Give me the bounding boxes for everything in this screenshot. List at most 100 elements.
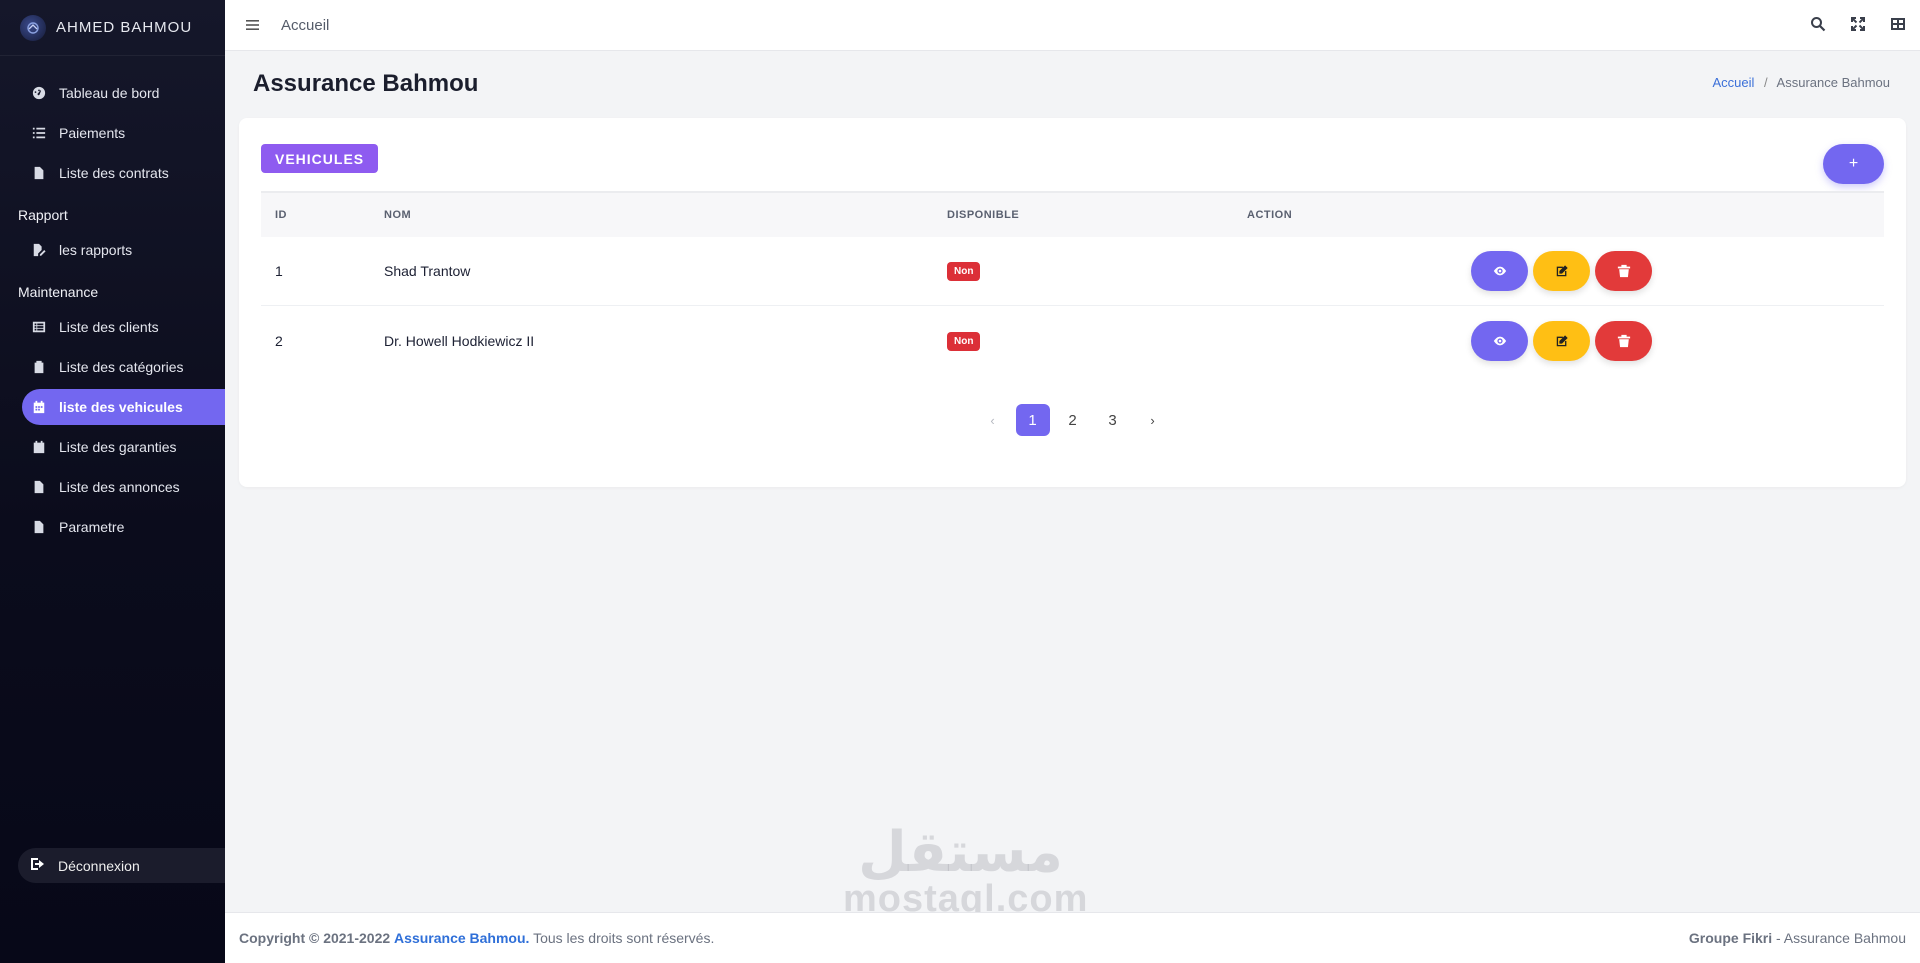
- cell-nom: Shad Trantow: [384, 263, 471, 279]
- status-badge: Non: [947, 331, 981, 351]
- vehicules-table: ID NOM DISPONIBLE ACTION 1 Shad Trantow …: [261, 191, 1884, 375]
- trash-icon: [1617, 264, 1630, 278]
- eye-icon: [1493, 336, 1506, 345]
- sidebar-item-paiements[interactable]: Paiements: [22, 115, 225, 151]
- sidebar-item-label: Liste des garanties: [59, 439, 177, 455]
- topbar-home-link[interactable]: Accueil: [281, 17, 329, 34]
- sidebar-item-label: les rapports: [59, 242, 133, 258]
- cell-nom: Dr. Howell Hodkiewicz II: [384, 332, 535, 349]
- edit-button[interactable]: [1533, 251, 1590, 291]
- breadcrumb: Accueil / Assurance Bahmou: [1712, 75, 1890, 90]
- section-rapport: Rapport: [18, 207, 68, 223]
- status-badge: Non: [947, 262, 981, 281]
- column-header-action: ACTION: [1247, 209, 1293, 221]
- logout-icon: [30, 856, 46, 875]
- sidebar-item-garanties[interactable]: Liste des garanties: [22, 429, 225, 465]
- footer-credit: Groupe Fikri - Assurance Bahmou: [1689, 930, 1906, 946]
- footer-brand-link[interactable]: Assurance Bahmou.: [394, 930, 529, 946]
- trash-icon: [1617, 334, 1630, 347]
- cell-actions: [1247, 251, 1884, 291]
- brand[interactable]: AHMED BAHMOU: [0, 0, 225, 56]
- grid-apps-icon[interactable]: [1890, 16, 1906, 37]
- list-icon: [31, 125, 47, 141]
- pagination-next[interactable]: ›: [1136, 404, 1170, 436]
- sidebar-item-contrats[interactable]: Liste des contrats: [22, 155, 225, 191]
- card-title-badge: VEHICULES: [261, 144, 379, 173]
- sidebar-item-vehicules[interactable]: liste des vehicules: [22, 389, 225, 425]
- table-row: 1 Shad Trantow Non: [261, 237, 1884, 306]
- sidebar-item-label: Parametre: [59, 519, 125, 535]
- sidebar-item-clients[interactable]: Liste des clients: [22, 309, 225, 345]
- topbar-icons: [1810, 16, 1906, 37]
- brand-logo-icon: [20, 14, 46, 41]
- view-button[interactable]: [1471, 251, 1528, 291]
- calendar-icon: [31, 399, 47, 415]
- footer: Copyright © 2021-2022 Assurance Bahmou. …: [225, 912, 1920, 963]
- footer-copyright-text: Copyright © 2021-2022: [239, 930, 391, 946]
- list-alt-icon: [31, 319, 47, 335]
- pagination: ‹ 1 2 3 ›: [239, 404, 1906, 436]
- search-icon[interactable]: [1810, 16, 1826, 37]
- sidebar-item-label: Tableau de bord: [59, 85, 160, 101]
- delete-button[interactable]: [1595, 320, 1652, 361]
- delete-button[interactable]: [1595, 251, 1652, 291]
- sidebar-item-label: Liste des catégories: [59, 359, 184, 375]
- pagination-page-1[interactable]: 1: [1015, 404, 1050, 436]
- sidebar-item-categories[interactable]: Liste des catégories: [22, 349, 225, 385]
- sidebar-item-label: Liste des contrats: [59, 165, 169, 181]
- breadcrumb-separator: /: [1764, 75, 1768, 90]
- add-vehicule-button[interactable]: +: [1823, 144, 1884, 184]
- cell-id: 2: [275, 332, 283, 349]
- table-header: ID NOM DISPONIBLE ACTION: [261, 191, 1884, 237]
- fullscreen-icon[interactable]: [1850, 16, 1866, 37]
- calendar-icon: [31, 439, 47, 455]
- file-icon: [31, 165, 47, 181]
- cell-disponible: Non: [947, 331, 1247, 351]
- sidebar: AHMED BAHMOU Tableau de bord Paiements L…: [0, 0, 225, 963]
- page-title: Assurance Bahmou: [253, 70, 479, 97]
- column-header-nom: NOM: [384, 209, 412, 221]
- dashboard-icon: [31, 85, 47, 101]
- sidebar-nav: Tableau de bord Paiements Liste des cont…: [0, 56, 225, 545]
- sidebar-item-annonces[interactable]: Liste des annonces: [22, 469, 225, 505]
- vehicules-card: VEHICULES + ID NOM DISPONIBLE ACTION 1 S…: [239, 118, 1906, 487]
- eye-icon: [1493, 266, 1506, 276]
- cell-id: 1: [275, 263, 283, 279]
- section-maintenance: Maintenance: [18, 284, 99, 300]
- breadcrumb-current: Assurance Bahmou: [1776, 75, 1890, 90]
- footer-credit-rest: - Assurance Bahmou: [1776, 930, 1906, 946]
- topbar: Accueil: [225, 0, 1920, 51]
- edit-icon: [1556, 334, 1568, 346]
- column-header-disponible: DISPONIBLE: [947, 209, 1020, 221]
- sidebar-item-label: liste des vehicules: [59, 399, 183, 415]
- pagination-page-3[interactable]: 3: [1096, 404, 1130, 436]
- clipboard-icon: [31, 359, 47, 375]
- sidebar-item-label: Liste des annonces: [59, 479, 180, 495]
- logout-label: Déconnexion: [58, 857, 140, 874]
- sidebar-item-parametre[interactable]: Parametre: [22, 509, 225, 545]
- watermark: مستقل mostaql.com: [843, 820, 1087, 919]
- watermark-arabic: مستقل: [858, 820, 1063, 885]
- sidebar-item-label: Paiements: [59, 125, 126, 141]
- file-icon: [31, 479, 47, 495]
- view-button[interactable]: [1471, 320, 1528, 361]
- footer-company: Groupe Fikri: [1688, 930, 1773, 946]
- edit-icon: [1556, 265, 1568, 277]
- column-header-id: ID: [275, 209, 287, 221]
- brand-name: AHMED BAHMOU: [56, 19, 193, 36]
- pagination-page-2[interactable]: 2: [1056, 404, 1090, 436]
- cell-actions: [1247, 320, 1884, 361]
- sidebar-item-label: Liste des clients: [59, 319, 159, 335]
- sidebar-item-tableau-de-bord[interactable]: Tableau de bord: [22, 75, 225, 111]
- file-edit-icon: [31, 242, 47, 258]
- breadcrumb-home-link[interactable]: Accueil: [1712, 75, 1754, 90]
- logout-button[interactable]: Déconnexion: [18, 848, 225, 883]
- footer-rights: Tous les droits sont réservés.: [533, 930, 715, 946]
- table-row: 2 Dr. Howell Hodkiewicz II Non: [261, 306, 1884, 375]
- file-icon: [31, 519, 47, 535]
- sidebar-item-rapports[interactable]: les rapports: [22, 232, 225, 268]
- edit-button[interactable]: [1533, 320, 1590, 361]
- hamburger-menu-icon[interactable]: [245, 17, 261, 33]
- footer-copyright: Copyright © 2021-2022 Assurance Bahmou. …: [239, 930, 714, 946]
- pagination-prev[interactable]: ‹: [976, 404, 1010, 436]
